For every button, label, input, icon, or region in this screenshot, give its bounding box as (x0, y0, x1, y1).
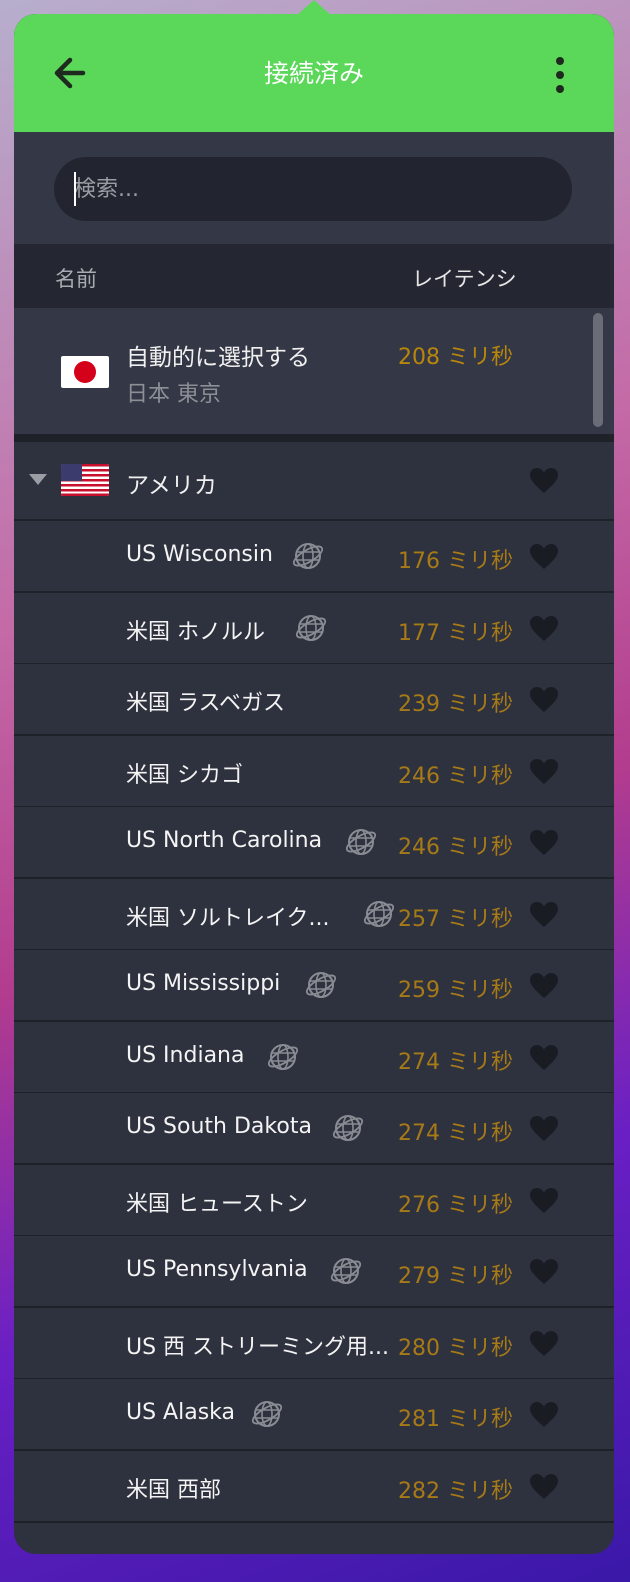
vpn-panel: 接続済み 名前 レイテンシ 自動的に選択する 日本 東京 208 ミリ秒 (14, 14, 614, 1554)
server-name: US South Dakota (126, 1114, 312, 1139)
streaming-globe-icon (330, 1258, 362, 1284)
favorite-heart-icon[interactable] (529, 1401, 559, 1429)
server-latency: 280 ミリ秒 (398, 1335, 513, 1361)
server-row[interactable]: US Alaska 281 ミリ秒 (14, 1379, 614, 1451)
favorite-heart-icon[interactable] (529, 543, 559, 571)
server-row[interactable]: US 西 ストリーミング用... 280 ミリ秒 (14, 1307, 614, 1380)
expand-triangle-icon[interactable] (29, 474, 47, 485)
streaming-globe-icon (251, 1401, 283, 1427)
favorite-heart-icon[interactable] (529, 615, 559, 643)
streaming-globe-icon (267, 1043, 299, 1070)
favorite-heart-icon[interactable] (529, 1044, 559, 1072)
server-row[interactable]: US Wisconsin 176 ミリ秒 (14, 521, 614, 593)
server-row[interactable]: 米国 ラスベガス 239 ミリ秒 (14, 664, 614, 736)
server-row[interactable]: 米国 西部 282 ミリ秒 (14, 1450, 614, 1523)
server-latency: 274 ミリ秒 (398, 1121, 513, 1146)
text-caret (74, 172, 76, 206)
server-latency: 282 ミリ秒 (398, 1478, 513, 1504)
server-name: US Mississippi (126, 971, 281, 996)
server-name: 米国 西部 (126, 1477, 221, 1503)
search-input[interactable] (54, 157, 572, 221)
streaming-globe-icon (295, 614, 327, 641)
server-name: 米国 ソルトレイク... (126, 905, 330, 931)
more-options-icon[interactable] (547, 52, 573, 98)
country-group-usa[interactable]: アメリカ (14, 442, 614, 521)
server-latency: 246 ミリ秒 (398, 835, 513, 860)
server-latency: 281 ミリ秒 (398, 1407, 513, 1432)
section-divider (14, 434, 614, 442)
server-latency: 246 ミリ秒 (398, 763, 513, 789)
server-latency: 276 ミリ秒 (398, 1192, 513, 1218)
server-row[interactable]: US Mississippi 259 ミリ秒 (14, 950, 614, 1022)
favorite-heart-icon[interactable] (529, 758, 559, 786)
server-name: US Alaska (126, 1400, 236, 1425)
server-latency: 279 ミリ秒 (398, 1264, 513, 1289)
favorite-heart-icon[interactable] (529, 1187, 559, 1215)
auto-select-title: 自動的に選択する (126, 345, 310, 371)
header-bar: 接続済み (14, 14, 614, 132)
server-name: 米国 ホノルル (126, 619, 265, 645)
server-row[interactable]: US Indiana 274 ミリ秒 (14, 1021, 614, 1094)
server-row[interactable]: 米国 ソルトレイク... 257 ミリ秒 (14, 878, 614, 951)
server-row[interactable]: US South Dakota 274 ミリ秒 (14, 1093, 614, 1165)
favorite-heart-icon[interactable] (529, 972, 559, 1000)
streaming-globe-icon (332, 1115, 364, 1141)
favorite-heart-icon[interactable] (529, 901, 559, 929)
server-latency: 274 ミリ秒 (398, 1049, 513, 1075)
connection-status-title: 接続済み (263, 59, 364, 88)
server-name: US 西 ストリーミング用... (126, 1334, 390, 1360)
column-latency-header[interactable]: レイテンシ (412, 263, 517, 293)
favorite-heart-icon[interactable] (529, 686, 559, 714)
streaming-globe-icon (363, 900, 395, 927)
server-name: US Pennsylvania (126, 1257, 308, 1282)
server-name: US Wisconsin (126, 542, 273, 567)
server-row[interactable]: US North Carolina 246 ミリ秒 (14, 807, 614, 879)
japan-flag-icon (61, 356, 109, 388)
favorite-heart-icon[interactable] (529, 1330, 559, 1358)
server-row[interactable]: 米国 ヒューストン 276 ミリ秒 (14, 1164, 614, 1237)
server-name: 米国 ラスベガス (126, 691, 286, 716)
auto-select-row[interactable]: 自動的に選択する 日本 東京 208 ミリ秒 (14, 308, 614, 434)
server-latency: 177 ミリ秒 (398, 620, 513, 646)
server-row[interactable]: US Pennsylvania 279 ミリ秒 (14, 1236, 614, 1308)
country-name: アメリカ (126, 473, 217, 499)
column-header: 名前 レイテンシ (14, 244, 614, 308)
favorite-heart-icon[interactable] (529, 1473, 559, 1501)
server-name: 米国 ヒューストン (126, 1191, 308, 1217)
favorite-heart-icon[interactable] (529, 1258, 559, 1286)
favorite-heart-icon[interactable] (529, 1115, 559, 1143)
search-area (14, 132, 614, 244)
column-name-header[interactable]: 名前 (55, 263, 97, 293)
server-name: US North Carolina (126, 828, 323, 853)
server-latency: 239 ミリ秒 (398, 692, 513, 717)
server-row[interactable]: 米国 シカゴ 246 ミリ秒 (14, 735, 614, 808)
server-latency: 176 ミリ秒 (398, 549, 513, 574)
usa-flag-icon (61, 464, 109, 496)
streaming-globe-icon (345, 829, 377, 855)
server-row[interactable]: 米国 ホノルル 177 ミリ秒 (14, 592, 614, 665)
server-latency: 259 ミリ秒 (398, 978, 513, 1003)
streaming-globe-icon (292, 543, 324, 569)
scrollbar-thumb[interactable] (593, 313, 603, 427)
favorite-heart-icon[interactable] (529, 829, 559, 857)
server-name: 米国 シカゴ (126, 762, 243, 788)
streaming-globe-icon (305, 972, 337, 998)
favorite-heart-icon[interactable] (529, 467, 559, 495)
auto-select-location: 日本 東京 (126, 382, 221, 407)
auto-select-latency: 208 ミリ秒 (398, 345, 513, 370)
server-latency: 257 ミリ秒 (398, 906, 513, 932)
server-name: US Indiana (126, 1042, 245, 1068)
